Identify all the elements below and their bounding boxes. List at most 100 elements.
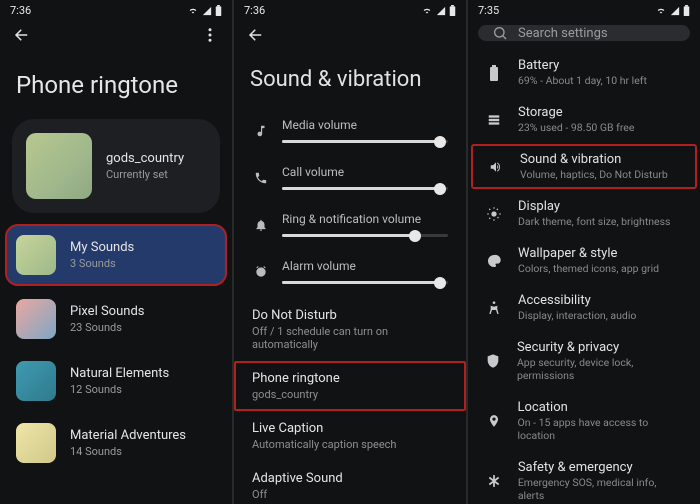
shield-icon bbox=[484, 353, 503, 369]
item-sub: Colors, themed icons, app grid bbox=[518, 262, 659, 275]
status-icons bbox=[421, 5, 456, 16]
slider-label: Ring & notification volume bbox=[282, 212, 448, 226]
media-volume-slider[interactable] bbox=[282, 140, 448, 143]
alarm-volume-slider[interactable] bbox=[282, 281, 448, 284]
arrow-back-icon bbox=[13, 26, 31, 44]
battery-icon bbox=[449, 5, 456, 16]
category-pixel-sounds[interactable]: Pixel Sounds 23 Sounds bbox=[0, 289, 232, 349]
alarm-icon bbox=[252, 265, 270, 279]
storage-icon bbox=[484, 113, 504, 127]
wifi-icon bbox=[421, 6, 433, 16]
category-count: 3 Sounds bbox=[70, 257, 134, 270]
signal-icon bbox=[202, 6, 212, 16]
row-title: Live Caption bbox=[252, 421, 448, 436]
status-bar: 7:36 bbox=[234, 0, 466, 19]
item-sub: On - 15 apps have access to location bbox=[518, 416, 685, 442]
signal-icon bbox=[670, 6, 680, 16]
ring-volume-row: Ring & notification volume bbox=[234, 204, 466, 251]
item-title: Wallpaper & style bbox=[518, 246, 659, 261]
row-sub: Automatically caption speech bbox=[252, 438, 448, 451]
search-settings-input[interactable]: Search settings bbox=[478, 25, 690, 41]
category-count: 12 Sounds bbox=[70, 383, 169, 396]
item-sub: Emergency SOS, medical info, alerts bbox=[518, 476, 684, 502]
current-ringtone-card[interactable]: gods_country Currently set bbox=[12, 119, 220, 213]
item-sub: App security, device lock, permissions bbox=[517, 356, 684, 382]
wifi-icon bbox=[655, 6, 667, 16]
category-name: My Sounds bbox=[70, 240, 134, 255]
app-bar bbox=[0, 19, 232, 53]
category-natural-elements[interactable]: Natural Elements 12 Sounds bbox=[0, 351, 232, 411]
back-button[interactable] bbox=[10, 23, 34, 47]
settings-item-battery[interactable]: Battery69% - About 1 day, 10 hr left bbox=[468, 49, 700, 96]
row-sub: Off / 1 schedule can turn on automatical… bbox=[252, 325, 448, 351]
category-name: Pixel Sounds bbox=[70, 304, 144, 319]
clock: 7:35 bbox=[478, 4, 499, 17]
slider-label: Call volume bbox=[282, 165, 448, 179]
phone-icon bbox=[252, 171, 270, 185]
settings-item-display[interactable]: DisplayDark theme, font size, brightness bbox=[468, 190, 700, 237]
item-title: Storage bbox=[518, 105, 634, 120]
page-title: Sound & vibration bbox=[234, 53, 466, 110]
item-title: Battery bbox=[518, 58, 647, 73]
overflow-button[interactable] bbox=[198, 23, 222, 47]
bell-icon bbox=[252, 218, 270, 232]
volume-icon bbox=[486, 160, 506, 174]
current-ringtone-name: gods_country bbox=[106, 151, 184, 166]
item-sub: 23% used - 98.50 GB free bbox=[518, 121, 634, 134]
clock: 7:36 bbox=[10, 4, 31, 17]
dnd-row[interactable]: Do Not Disturb Off / 1 schedule can turn… bbox=[234, 298, 466, 361]
row-sub: Off bbox=[252, 488, 448, 501]
call-volume-slider[interactable] bbox=[282, 187, 448, 190]
brightness-icon bbox=[484, 206, 504, 222]
clock: 7:36 bbox=[244, 4, 265, 17]
media-volume-row: Media volume bbox=[234, 110, 466, 157]
battery-icon bbox=[215, 5, 222, 16]
row-sub: gods_country bbox=[252, 388, 448, 401]
asterisk-icon bbox=[484, 474, 504, 488]
item-title: Safety & emergency bbox=[518, 460, 684, 475]
item-title: Accessibility bbox=[518, 293, 636, 308]
settings-item-sound-vibration[interactable]: Sound & vibrationVolume, haptics, Do Not… bbox=[470, 143, 698, 190]
alarm-volume-row: Alarm volume bbox=[234, 251, 466, 298]
settings-item-wallpaper[interactable]: Wallpaper & styleColors, themed icons, a… bbox=[468, 237, 700, 284]
item-title: Location bbox=[518, 400, 685, 415]
item-title: Display bbox=[518, 199, 670, 214]
item-sub: Dark theme, font size, brightness bbox=[518, 215, 670, 228]
item-title: Security & privacy bbox=[517, 340, 684, 355]
sound-category-list: My Sounds 3 Sounds Pixel Sounds 23 Sound… bbox=[0, 225, 232, 475]
item-sub: 69% - About 1 day, 10 hr left bbox=[518, 74, 647, 87]
slider-label: Alarm volume bbox=[282, 259, 448, 273]
ringtone-thumbnail bbox=[26, 133, 92, 199]
wifi-icon bbox=[187, 6, 199, 16]
adaptive-sound-row[interactable]: Adaptive Sound Off bbox=[234, 461, 466, 504]
page-title: Phone ringtone bbox=[0, 53, 232, 119]
status-bar: 7:35 bbox=[468, 0, 700, 19]
palette-icon bbox=[484, 253, 504, 269]
settings-item-accessibility[interactable]: AccessibilityDisplay, interaction, audio bbox=[468, 284, 700, 331]
phone-ringtone-row[interactable]: Phone ringtone gods_country bbox=[234, 361, 466, 411]
category-thumbnail bbox=[16, 299, 56, 339]
row-title: Adaptive Sound bbox=[252, 471, 448, 486]
category-name: Natural Elements bbox=[70, 366, 169, 381]
phone-ringtone-screen: 7:36 Phone ringtone gods_country Current… bbox=[0, 0, 232, 504]
category-count: 23 Sounds bbox=[70, 321, 144, 334]
item-sub: Volume, haptics, Do Not Disturb bbox=[520, 168, 668, 181]
slider-label: Media volume bbox=[282, 118, 448, 132]
category-thumbnail bbox=[16, 423, 56, 463]
category-count: 14 Sounds bbox=[70, 445, 186, 458]
category-material-adventures[interactable]: Material Adventures 14 Sounds bbox=[0, 413, 232, 473]
category-my-sounds[interactable]: My Sounds 3 Sounds bbox=[6, 225, 226, 285]
search-placeholder: Search settings bbox=[518, 26, 608, 41]
ring-volume-slider[interactable] bbox=[282, 234, 448, 237]
settings-item-safety[interactable]: Safety & emergencyEmergency SOS, medical… bbox=[468, 451, 700, 504]
call-volume-row: Call volume bbox=[234, 157, 466, 204]
category-thumbnail bbox=[16, 235, 56, 275]
back-button[interactable] bbox=[244, 23, 268, 47]
settings-item-security[interactable]: Security & privacyApp security, device l… bbox=[468, 331, 700, 391]
live-caption-row[interactable]: Live Caption Automatically caption speec… bbox=[234, 411, 466, 461]
sound-vibration-screen: 7:36 Sound & vibration Media volume Call… bbox=[234, 0, 466, 504]
settings-item-storage[interactable]: Storage23% used - 98.50 GB free bbox=[468, 96, 700, 143]
status-icons bbox=[655, 5, 690, 16]
settings-item-location[interactable]: LocationOn - 15 apps have access to loca… bbox=[468, 391, 700, 451]
current-ringtone-sub: Currently set bbox=[106, 168, 184, 181]
